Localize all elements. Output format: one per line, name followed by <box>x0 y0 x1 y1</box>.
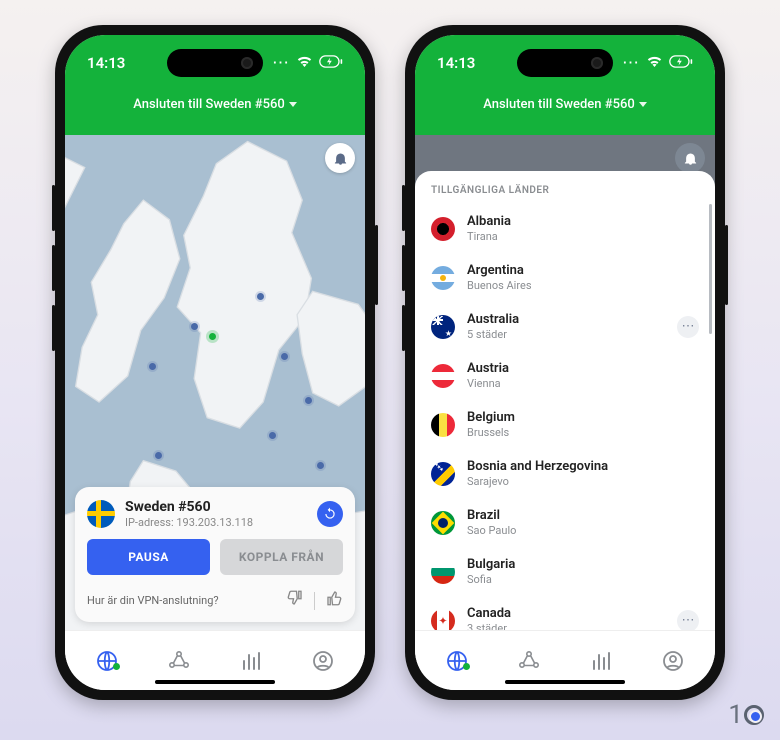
dimmed-background[interactable]: TILLGÄNGLIGA LÄNDER AlbaniaTiranaArgenti… <box>415 135 715 630</box>
chevron-down-icon <box>289 102 297 107</box>
country-list[interactable]: AlbaniaTiranaArgentinaBuenos AiresAustra… <box>415 204 715 630</box>
divider <box>314 592 315 610</box>
nav-profile[interactable] <box>651 649 695 673</box>
country-name: Brazil <box>467 508 699 523</box>
country-item[interactable]: Bosnia and HerzegovinaSarajevo <box>415 449 715 498</box>
map-server-dot[interactable] <box>317 462 324 469</box>
phone-right: 14:13 Ansluten till Sweden #560 <box>405 25 725 700</box>
nav-globe[interactable] <box>435 649 479 673</box>
country-item[interactable]: AustriaVienna <box>415 351 715 400</box>
nav-stats[interactable] <box>229 649 273 673</box>
flag-icon <box>431 266 455 290</box>
map-server-dot[interactable] <box>269 432 276 439</box>
country-name: Austria <box>467 361 699 376</box>
wifi-icon <box>646 55 663 71</box>
nav-mesh[interactable] <box>157 649 201 673</box>
wifi-icon <box>296 55 313 71</box>
thumbs-up-button[interactable] <box>325 589 343 612</box>
status-icons <box>272 53 343 73</box>
connection-status-header[interactable]: Ansluten till Sweden #560 <box>65 97 365 112</box>
country-sub: Tirana <box>467 230 699 243</box>
ip-address-label: IP-adress: 193.203.13.118 <box>125 516 307 529</box>
notifications-button[interactable] <box>675 143 705 173</box>
country-item[interactable]: BulgariaSofia <box>415 547 715 596</box>
country-item[interactable]: Australia5 städer ⋯ <box>415 302 715 351</box>
bottom-nav <box>65 630 365 690</box>
country-item[interactable]: BrazilSao Paulo <box>415 498 715 547</box>
server-name: Sweden #560 <box>125 499 307 515</box>
connection-status-text: Ansluten till Sweden #560 <box>133 97 284 112</box>
country-more-button[interactable]: ⋯ <box>677 316 699 338</box>
nav-stats[interactable] <box>579 649 623 673</box>
nav-globe[interactable] <box>85 649 129 673</box>
map-server-dot[interactable] <box>281 353 288 360</box>
thumbs-down-button[interactable] <box>286 589 304 612</box>
map-server-dot-connected[interactable] <box>209 333 216 340</box>
flag-icon <box>431 560 455 584</box>
country-sub: Sarajevo <box>467 475 699 488</box>
country-sub: 3 städer <box>467 622 665 630</box>
connection-card: Sweden #560 IP-adress: 193.203.13.118 PA… <box>75 487 355 622</box>
flag-icon <box>431 413 455 437</box>
map-server-dot[interactable] <box>155 452 162 459</box>
refresh-button[interactable] <box>317 501 343 527</box>
dynamic-island <box>517 49 613 77</box>
country-name: Bulgaria <box>467 557 699 572</box>
country-sub: Vienna <box>467 377 699 390</box>
country-item[interactable]: AlbaniaTirana <box>415 204 715 253</box>
country-sub: Buenos Aires <box>467 279 699 292</box>
flag-icon <box>431 315 455 339</box>
country-name: Canada <box>467 606 665 621</box>
connection-status-text: Ansluten till Sweden #560 <box>483 97 634 112</box>
brand-ring-icon <box>744 705 764 725</box>
map-server-dot[interactable] <box>149 363 156 370</box>
map-area[interactable]: Sweden #560 IP-adress: 193.203.13.118 PA… <box>65 135 365 630</box>
brand-number: 1 <box>728 700 743 730</box>
country-name: Albania <box>467 214 699 229</box>
home-indicator[interactable] <box>505 680 625 684</box>
feedback-question: Hur är din VPN-anslutning? <box>87 594 286 607</box>
country-name: Australia <box>467 312 665 327</box>
country-sub: Sofia <box>467 573 699 586</box>
nav-mesh[interactable] <box>507 649 551 673</box>
scrollbar[interactable] <box>709 204 712 334</box>
flag-sweden-icon <box>87 500 115 528</box>
home-indicator[interactable] <box>155 680 275 684</box>
flag-icon <box>431 511 455 535</box>
battery-charging-icon <box>319 55 343 72</box>
country-more-button[interactable]: ⋯ <box>677 610 699 631</box>
bottom-nav <box>415 630 715 690</box>
country-name: Belgium <box>467 410 699 425</box>
dynamic-island <box>167 49 263 77</box>
country-item[interactable]: ArgentinaBuenos Aires <box>415 253 715 302</box>
more-icon <box>622 53 640 73</box>
country-sub: 5 städer <box>467 328 665 341</box>
disconnect-button[interactable]: KOPPLA FRÅN <box>220 539 343 575</box>
country-name: Argentina <box>467 263 699 278</box>
countries-sheet-header: TILLGÄNGLIGA LÄNDER <box>415 183 715 204</box>
country-sub: Sao Paulo <box>467 524 699 537</box>
country-name: Bosnia and Herzegovina <box>467 459 699 474</box>
screen: 14:13 Ansluten till Sweden #560 <box>65 35 365 690</box>
pause-button[interactable]: PAUSA <box>87 539 210 575</box>
nav-profile[interactable] <box>301 649 345 673</box>
country-item[interactable]: Canada3 städer ⋯ <box>415 596 715 630</box>
countries-sheet: TILLGÄNGLIGA LÄNDER AlbaniaTiranaArgenti… <box>415 171 715 630</box>
country-item[interactable]: BelgiumBrussels <box>415 400 715 449</box>
battery-charging-icon <box>669 55 693 72</box>
flag-icon <box>431 462 455 486</box>
screen: 14:13 Ansluten till Sweden #560 <box>415 35 715 690</box>
clock: 14:13 <box>437 54 475 72</box>
flag-icon <box>431 217 455 241</box>
more-icon <box>272 53 290 73</box>
flag-icon <box>431 364 455 388</box>
chevron-down-icon <box>639 102 647 107</box>
clock: 14:13 <box>87 54 125 72</box>
status-icons <box>622 53 693 73</box>
phone-left: 14:13 Ansluten till Sweden #560 <box>55 25 375 700</box>
flag-icon <box>431 609 455 631</box>
connection-status-header[interactable]: Ansluten till Sweden #560 <box>415 97 715 112</box>
country-sub: Brussels <box>467 426 699 439</box>
brand-watermark: 1 <box>728 700 764 730</box>
